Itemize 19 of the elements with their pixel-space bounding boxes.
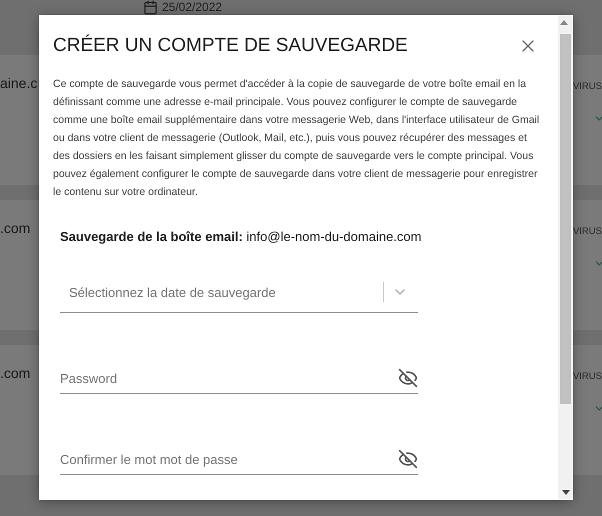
status-text: VIRUS (572, 226, 602, 237)
domain-text: .com (0, 220, 30, 238)
password-field[interactable]: Confirmer le mot mot de passe (60, 452, 398, 466)
scroll-down-icon[interactable] (562, 490, 570, 496)
calendar-icon (143, 0, 158, 15)
scroll-up-icon[interactable] (560, 19, 568, 25)
mailbox-text: Sauvegarde de la boîte email: info@le-nom-du-domaine.com (60, 229, 422, 244)
dialog-title: CRÉER UN COMPTE DE SAUVEGARDE (53, 35, 408, 57)
date-text: 25/02/2022 (162, 0, 222, 14)
status-text: VIRUS (572, 371, 602, 382)
eye-off-icon[interactable] (398, 368, 418, 388)
domain-text: aine.c (0, 75, 38, 93)
date-select[interactable]: Sélectionnez la date de sauvegarde (60, 284, 375, 300)
eye-off-icon[interactable] (398, 449, 418, 469)
scrollbar[interactable] (558, 15, 573, 500)
domain-text: .com (0, 365, 30, 383)
status-text: VIRUS (572, 81, 602, 92)
password-field[interactable]: Password (60, 370, 398, 386)
description-text: Ce compte de sauvegarde vous permet d'accéder à la copie de sauvegarde de votre boîte email en la définissant comme une adresse e-mail principale. Vous pouvez configurer le compte de sauvegarde comme une boîte email supplémentaire dans votre messagerie Web, dans l'interface utilisateur de Gmail ou dans votre client de messagerie (Outlook, Mail, etc.), puis vous pouvez récupérer des messages et des dossiers en les faisant simplement glisser du compte de sauvegarde vers le compte principal. Vous pouvez également configurer le compte de sauvegarde dans votre client de messagerie pour enregistrer le contenu sur votre ordinateur. (53, 77, 540, 200)
